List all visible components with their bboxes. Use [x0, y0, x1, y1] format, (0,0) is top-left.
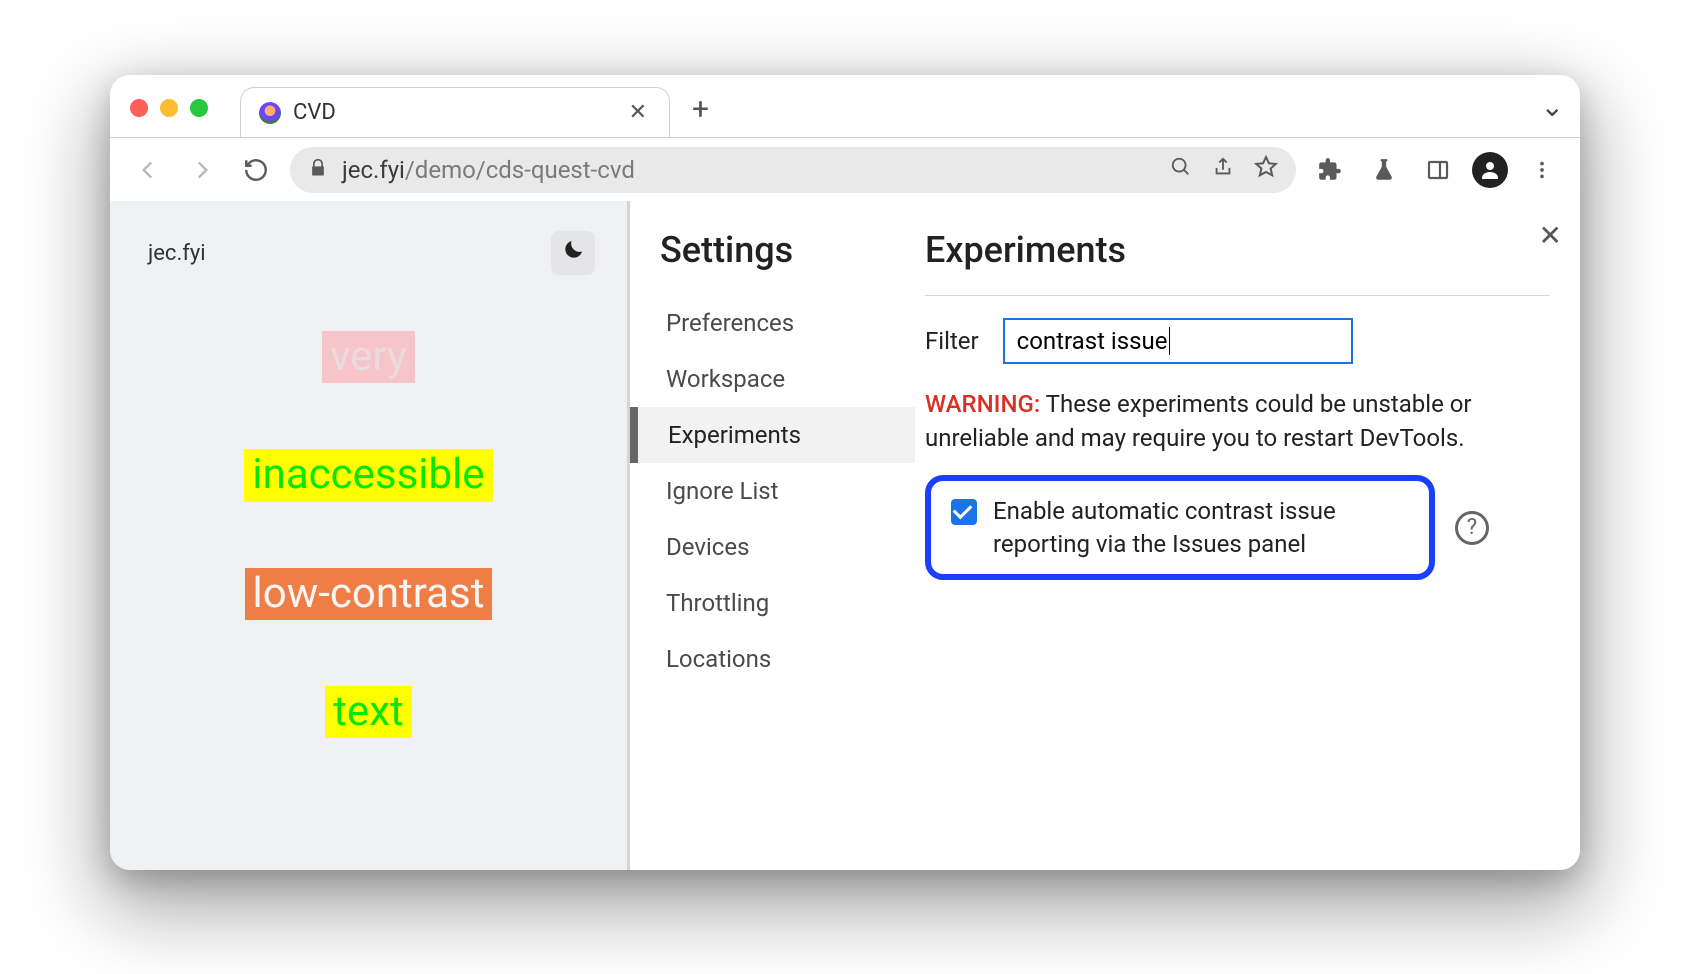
- zoom-icon[interactable]: [1170, 156, 1192, 184]
- demo-word-3: low-contrast: [245, 568, 493, 620]
- minimize-window-button[interactable]: [160, 99, 178, 117]
- window-controls: [130, 99, 208, 117]
- labs-icon[interactable]: [1364, 150, 1404, 190]
- demo-word-2: inaccessible: [244, 449, 492, 501]
- content-area: jec.fyi very inaccessible low-contrast t…: [110, 201, 1580, 870]
- browser-window: CVD ✕ + ⌄ jec.fyi/demo/cds-quest-cvd: [110, 75, 1580, 870]
- warning-text: WARNING: These experiments could be unst…: [925, 388, 1485, 455]
- warning-label: WARNING:: [925, 390, 1040, 418]
- pane-title: Experiments: [925, 229, 1550, 271]
- dark-mode-toggle[interactable]: [551, 231, 595, 275]
- close-settings-button[interactable]: ✕: [1539, 219, 1562, 252]
- settings-nav: Settings Preferences Workspace Experimen…: [630, 201, 915, 870]
- nav-experiments[interactable]: Experiments: [630, 407, 915, 463]
- back-button[interactable]: [128, 150, 168, 190]
- address-bar[interactable]: jec.fyi/demo/cds-quest-cvd: [290, 147, 1296, 193]
- tab-strip: CVD ✕ + ⌄: [110, 75, 1580, 137]
- favicon-icon: [259, 102, 281, 124]
- profile-avatar[interactable]: [1472, 152, 1508, 188]
- filter-row: Filter contrast issue: [925, 318, 1550, 364]
- demo-word-1: very: [322, 331, 415, 383]
- experiments-pane: ✕ Experiments Filter contrast issue WARN…: [915, 201, 1580, 870]
- nav-devices[interactable]: Devices: [630, 519, 915, 575]
- tab-title: CVD: [293, 100, 613, 125]
- browser-toolbar: jec.fyi/demo/cds-quest-cvd: [110, 137, 1580, 201]
- close-tab-button[interactable]: ✕: [625, 100, 651, 125]
- side-panel-icon[interactable]: [1418, 150, 1458, 190]
- devtools-settings: Settings Preferences Workspace Experimen…: [627, 201, 1580, 870]
- close-window-button[interactable]: [130, 99, 148, 117]
- nav-throttling[interactable]: Throttling: [630, 575, 915, 631]
- demo-text-list: very inaccessible low-contrast text: [244, 331, 492, 738]
- experiment-item-highlighted: Enable automatic contrast issue reportin…: [925, 475, 1435, 580]
- lock-icon: [308, 156, 328, 184]
- forward-button[interactable]: [182, 150, 222, 190]
- moon-icon: [561, 238, 585, 268]
- demo-word-4: text: [325, 686, 412, 738]
- filter-label: Filter: [925, 327, 979, 355]
- filter-input-value: contrast issue: [1017, 327, 1168, 355]
- share-icon[interactable]: [1212, 156, 1234, 184]
- extensions-icon[interactable]: [1310, 150, 1350, 190]
- nav-locations[interactable]: Locations: [630, 631, 915, 687]
- maximize-window-button[interactable]: [190, 99, 208, 117]
- nav-ignore-list[interactable]: Ignore List: [630, 463, 915, 519]
- experiment-label: Enable automatic contrast issue reportin…: [993, 495, 1409, 560]
- tabs-overflow-button[interactable]: ⌄: [1541, 90, 1564, 123]
- browser-tab[interactable]: CVD ✕: [240, 87, 670, 137]
- experiment-checkbox[interactable]: [951, 499, 977, 525]
- page-viewport: jec.fyi very inaccessible low-contrast t…: [110, 201, 627, 870]
- nav-preferences[interactable]: Preferences: [630, 295, 915, 351]
- url-text: jec.fyi/demo/cds-quest-cvd: [342, 156, 635, 184]
- kebab-menu-icon[interactable]: [1522, 150, 1562, 190]
- help-icon[interactable]: ?: [1455, 511, 1489, 545]
- reload-button[interactable]: [236, 150, 276, 190]
- site-name: jec.fyi: [148, 241, 206, 266]
- nav-workspace[interactable]: Workspace: [630, 351, 915, 407]
- divider: [925, 295, 1550, 296]
- text-caret: [1169, 327, 1170, 355]
- filter-input[interactable]: contrast issue: [1003, 318, 1353, 364]
- bookmark-star-icon[interactable]: [1254, 155, 1278, 185]
- settings-title: Settings: [660, 229, 915, 271]
- new-tab-button[interactable]: +: [692, 92, 709, 127]
